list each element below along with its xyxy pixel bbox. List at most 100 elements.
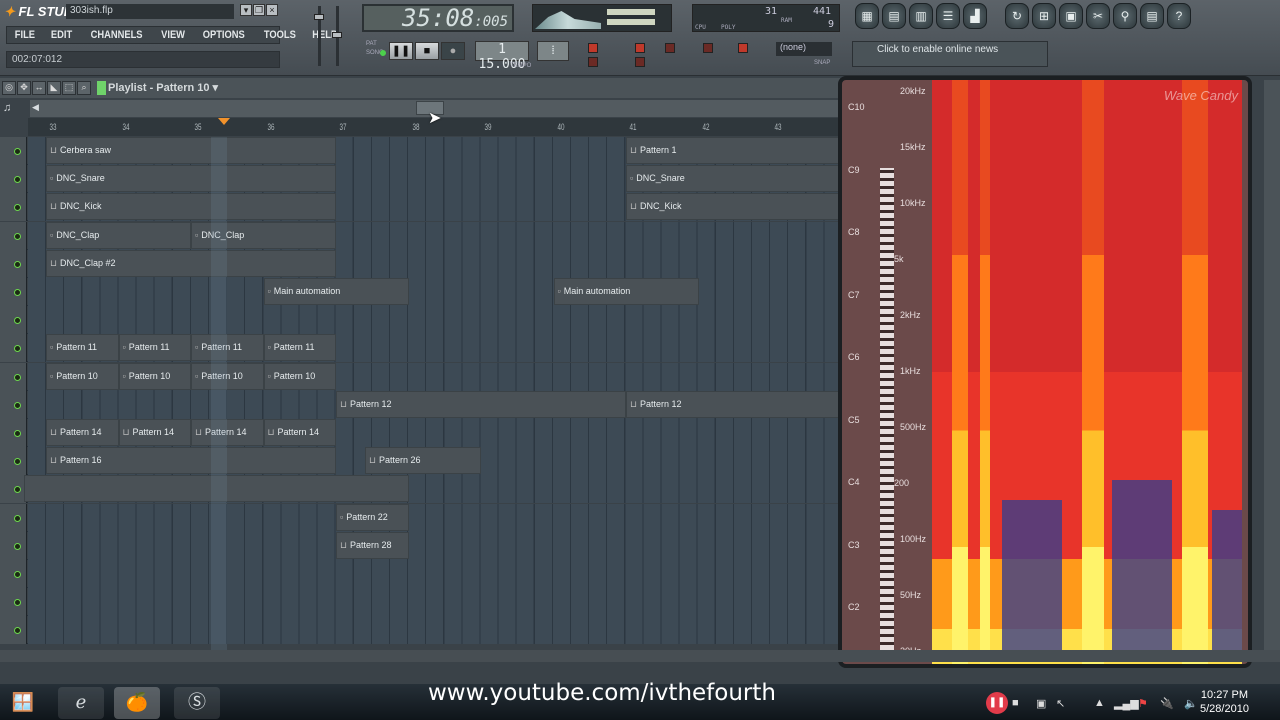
slice-icon[interactable]: ◣ — [47, 81, 61, 95]
play-pattern-icon[interactable] — [97, 81, 106, 95]
cut-icon[interactable]: ✂ — [1086, 3, 1110, 29]
online-news-bar[interactable]: Click to enable online news — [852, 41, 1048, 67]
save-as-icon[interactable]: ⊞ — [1032, 3, 1056, 29]
track-mute-led[interactable] — [14, 345, 21, 353]
pause-button[interactable]: ❚❚ — [389, 42, 413, 60]
recorder-pause-icon[interactable]: ❚❚ — [986, 692, 1008, 714]
undo-icon[interactable]: ↻ — [1005, 3, 1029, 29]
track-mute-led[interactable] — [14, 430, 21, 437]
track-header[interactable] — [0, 193, 27, 222]
song-time-display[interactable]: 35:08:005 — [362, 4, 514, 32]
scroll-left-icon[interactable]: ◀ — [32, 102, 39, 113]
countdown-toggle[interactable] — [635, 43, 645, 53]
track-header[interactable] — [0, 419, 27, 447]
wave-candy-spectrogram[interactable]: Wave Candy 20kHz 15kHz 10kHz 5k 2kHz 1kHz 500H… — [838, 76, 1252, 668]
track-header[interactable] — [0, 447, 27, 476]
minimize-button[interactable]: ▾ — [240, 4, 252, 16]
playhead-marker[interactable] — [218, 118, 230, 125]
playlist-clip[interactable]: ▫ DNC_Snare — [46, 165, 336, 193]
track-header[interactable] — [0, 390, 27, 419]
record-button[interactable]: ● — [441, 42, 465, 60]
track-header[interactable] — [0, 137, 27, 165]
typing-keyboard-toggle[interactable] — [588, 57, 598, 67]
show-hidden-icons[interactable]: ▲ — [1094, 697, 1105, 709]
track-header[interactable] — [0, 560, 27, 588]
playlist-clip[interactable]: ▫ Pattern 10 — [191, 362, 264, 390]
track-mute-led[interactable] — [14, 514, 21, 522]
network-icon[interactable]: ▂▄▆ — [1114, 697, 1139, 710]
track-header[interactable] — [0, 306, 27, 335]
wait-toggle[interactable] — [635, 57, 645, 67]
blend-notes-toggle[interactable] — [738, 43, 748, 53]
playlist-clip[interactable]: ⊔ Pattern 14 — [263, 419, 336, 446]
track-lane[interactable] — [28, 588, 840, 617]
project-info-icon[interactable]: ▤ — [1140, 3, 1164, 29]
playlist-clip[interactable]: ⊔ Pattern 14 — [191, 419, 264, 446]
system-clock[interactable]: 10:27 PM 5/28/2010 — [1200, 688, 1249, 716]
track-lane[interactable] — [28, 503, 840, 532]
select-icon[interactable]: ⬚ — [62, 81, 76, 95]
track-mute-led[interactable] — [14, 373, 21, 381]
playlist-clip[interactable]: ⊔ Pattern 12 — [336, 390, 626, 418]
menu-options[interactable]: OPTIONS — [198, 27, 250, 43]
playlist-clip[interactable]: ⊔ Pattern 12 — [626, 390, 840, 418]
menu-file[interactable]: FILE — [10, 27, 40, 43]
track-mute-led[interactable] — [14, 204, 21, 212]
vertical-scrollbar[interactable] — [1264, 80, 1280, 650]
playlist-track[interactable] — [0, 306, 840, 335]
song-mode-led[interactable] — [380, 50, 386, 56]
playlist-track[interactable] — [0, 531, 840, 560]
track-header[interactable] — [0, 616, 27, 645]
track-header[interactable] — [0, 165, 27, 194]
playlist-track[interactable] — [0, 560, 840, 588]
menu-view[interactable]: VIEW — [156, 27, 190, 43]
track-header[interactable] — [0, 588, 27, 617]
loop-record-toggle[interactable] — [703, 43, 713, 53]
playlist-clip[interactable]: ▫ Pattern 22 — [336, 503, 409, 531]
playlist-clip[interactable]: ▫ Pattern 11 — [263, 334, 336, 362]
track-mute-led[interactable] — [14, 317, 21, 325]
track-lane[interactable] — [28, 278, 840, 306]
track-header[interactable] — [0, 362, 27, 391]
power-icon[interactable]: 🔌 — [1160, 697, 1174, 710]
track-header[interactable] — [0, 278, 27, 306]
playlist-icon[interactable]: ▦ — [855, 3, 879, 29]
track-header[interactable] — [0, 221, 27, 250]
start-button[interactable]: 🪟 — [0, 687, 46, 719]
playlist-clip[interactable]: ▫ Main automation — [263, 278, 409, 305]
track-lane[interactable] — [28, 306, 840, 335]
track-mute-led[interactable] — [14, 486, 21, 494]
playlist-tracks[interactable]: ⊔ Cerbera saw ⊔ Pattern 1 ▫ DNC_Snare ▫ DNC_Sna… — [0, 137, 840, 650]
playlist-clip[interactable]: ⊔ Pattern 16 — [46, 447, 336, 475]
track-header[interactable] — [0, 334, 27, 363]
recorder-camera-icon[interactable]: ▣ — [1036, 697, 1046, 710]
playlist-title[interactable]: Playlist - Pattern 10 ▾ — [108, 81, 218, 94]
save-icon[interactable]: ▣ — [1059, 3, 1083, 29]
track-mute-led[interactable] — [14, 148, 21, 155]
recorder-cursor-icon[interactable]: ↖ — [1056, 697, 1065, 710]
step-edit-toggle[interactable] — [665, 43, 675, 53]
browser-icon[interactable]: ☰ — [936, 3, 960, 29]
metronome-toggle[interactable] — [588, 43, 598, 53]
track-mute-led[interactable] — [14, 176, 21, 184]
playlist-clip[interactable]: ⊔ Pattern 14 — [46, 419, 119, 446]
playlist-clip[interactable]: ▫ Pattern 10 — [118, 362, 191, 390]
playlist-track[interactable] — [0, 616, 840, 645]
playlist-clip[interactable]: ⊔ Pattern 1 — [626, 137, 840, 164]
piano-roll-icon[interactable]: ▥ — [909, 3, 933, 29]
track-lane[interactable] — [28, 531, 840, 560]
playlist-clip[interactable]: ▫ Pattern 10 — [263, 362, 336, 390]
step-sequencer-icon[interactable]: ▤ — [882, 3, 906, 29]
menu-edit[interactable]: EDIT — [46, 27, 78, 43]
close-button[interactable]: × — [266, 4, 278, 16]
mixer-icon[interactable]: ▟ — [963, 3, 987, 29]
stop-button[interactable]: ■ — [415, 42, 439, 60]
playlist-clip[interactable]: ⊔ DNC_Kick — [46, 193, 336, 221]
playlist-track[interactable] — [0, 503, 840, 532]
bottom-scrollbar[interactable] — [0, 650, 1280, 662]
track-lane[interactable] — [28, 560, 840, 588]
master-volume-handle[interactable] — [314, 14, 324, 20]
playlist-clip[interactable]: ▫ Pattern 10 — [46, 362, 119, 390]
track-mute-led[interactable] — [14, 599, 21, 607]
fl-studio-task-icon[interactable]: 🍊 — [114, 687, 160, 719]
